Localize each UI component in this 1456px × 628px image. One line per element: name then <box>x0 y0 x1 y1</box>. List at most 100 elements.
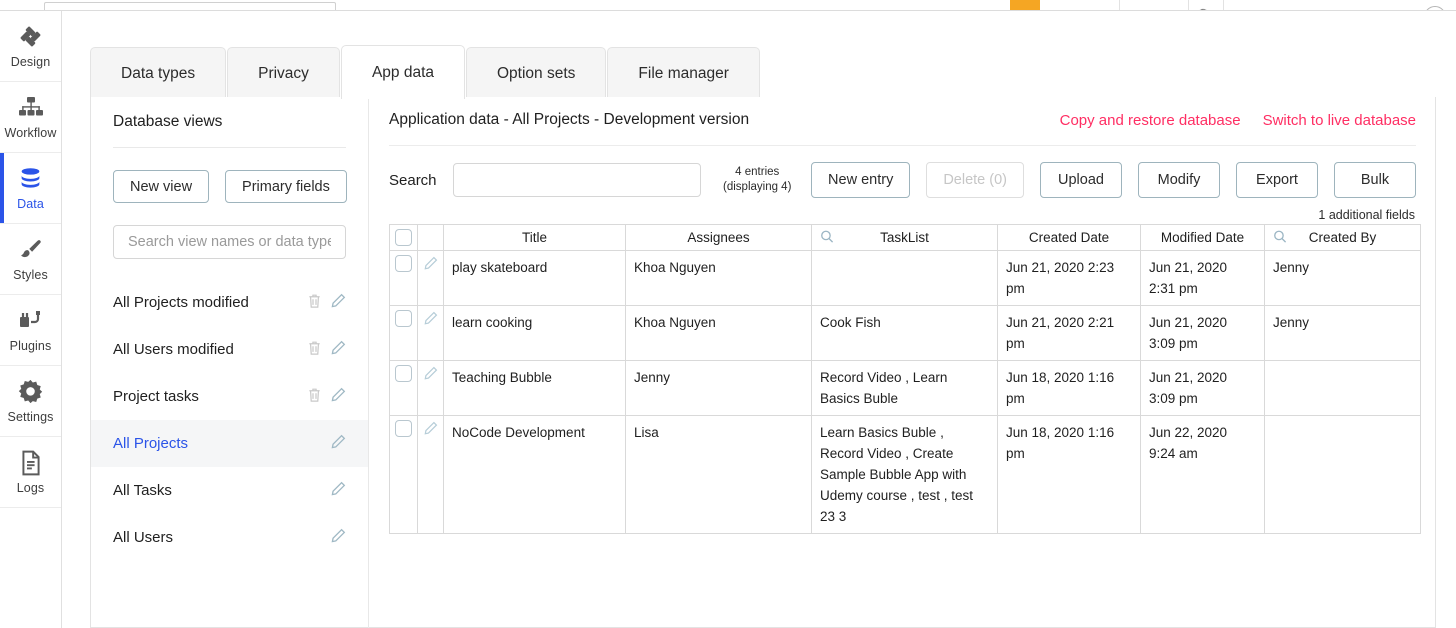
view-row-all-users[interactable]: All Users <box>91 514 368 561</box>
row-edit-cell[interactable] <box>418 416 444 534</box>
tab-bar: Data types Privacy App data Option sets … <box>90 45 1436 98</box>
row-select-cell[interactable] <box>390 416 418 534</box>
column-header-created-date[interactable]: Created Date <box>998 225 1141 251</box>
view-row-all-tasks[interactable]: All Tasks <box>91 467 368 514</box>
rail-item-design[interactable]: Design <box>0 11 61 82</box>
tab-option-sets[interactable]: Option sets <box>466 47 606 99</box>
column-header-created-by[interactable]: Created By <box>1265 225 1421 251</box>
modify-button[interactable]: Modify <box>1138 162 1220 198</box>
rail-item-plugins[interactable]: Plugins <box>0 295 61 366</box>
issues-label: Issues <box>1070 10 1108 12</box>
application-data-column: Application data - All Projects - Develo… <box>369 97 1436 628</box>
table-row[interactable]: play skateboard Khoa Nguyen Jun 21, 2020… <box>390 251 1421 306</box>
cell-assignees: Khoa Nguyen <box>626 251 812 306</box>
export-button[interactable]: Export <box>1236 162 1318 198</box>
data-icon <box>18 165 43 192</box>
view-search-box[interactable] <box>113 225 346 259</box>
table-row[interactable]: learn cooking Khoa Nguyen Cook Fish Jun … <box>390 306 1421 361</box>
primary-fields-button[interactable]: Primary fields <box>225 170 347 203</box>
version-selector[interactable]: Development ▼ <box>1224 10 1340 12</box>
bulk-button[interactable]: Bulk <box>1334 162 1416 198</box>
tab-app-data[interactable]: App data <box>341 45 465 99</box>
trash-icon[interactable] <box>307 387 322 407</box>
view-row-all-users-modified[interactable]: All Users modified <box>91 326 368 373</box>
pencil-icon[interactable] <box>424 258 438 273</box>
rail-item-logs[interactable]: Logs <box>0 437 61 508</box>
upload-button[interactable]: Upload <box>1040 162 1122 198</box>
row-edit-cell[interactable] <box>418 251 444 306</box>
warning-badge-icon[interactable]: ⚠ <box>1010 0 1040 11</box>
edit-column-header <box>418 225 444 251</box>
cell-assignees: Jenny <box>626 361 812 416</box>
undo-icon[interactable]: ↺ <box>1120 0 1154 11</box>
tab-file-manager[interactable]: File manager <box>607 47 759 99</box>
cell-tasklist: Learn Basics Buble , Record Video , Crea… <box>812 416 998 534</box>
row-select-cell[interactable] <box>390 361 418 416</box>
search-icon[interactable] <box>820 229 834 246</box>
column-header-title[interactable]: Title <box>444 225 626 251</box>
search-icon[interactable]: 🔍 <box>1189 0 1223 11</box>
cell-created-date: Jun 18, 2020 1:16 pm <box>998 416 1141 534</box>
search-icon[interactable] <box>1273 229 1287 246</box>
new-view-button[interactable]: New view <box>113 170 209 203</box>
view-row-project-tasks[interactable]: Project tasks <box>91 373 368 420</box>
row-edit-cell[interactable] <box>418 361 444 416</box>
data-search-box[interactable] <box>453 163 702 197</box>
preview-button[interactable]: Preview <box>1340 10 1414 12</box>
trash-icon[interactable] <box>307 293 322 313</box>
rail-item-settings[interactable]: Settings <box>0 366 61 437</box>
rail-label-plugins: Plugins <box>10 339 52 353</box>
cell-created-date: Jun 21, 2020 2:23 pm <box>998 251 1141 306</box>
pencil-icon[interactable] <box>331 528 346 547</box>
search-label: Search <box>389 172 437 189</box>
copy-restore-database-link[interactable]: Copy and restore database <box>1060 112 1241 129</box>
table-row[interactable]: NoCode Development Lisa Learn Basics Bub… <box>390 416 1421 534</box>
additional-fields-label: 1 additional fields <box>369 198 1436 222</box>
pencil-icon[interactable] <box>331 387 346 406</box>
view-row-all-projects[interactable]: All Projects <box>91 420 368 467</box>
select-all-checkbox[interactable] <box>395 229 412 246</box>
select-all-header[interactable] <box>390 225 418 251</box>
pencil-icon[interactable] <box>331 481 346 500</box>
left-nav-rail: Design Workflow Data <box>0 11 62 628</box>
cell-title: NoCode Development <box>444 416 626 534</box>
column-header-modified-date[interactable]: Modified Date <box>1141 225 1265 251</box>
cell-created-by: Jenny <box>1265 306 1421 361</box>
view-row-all-projects-modified[interactable]: All Projects modified <box>91 279 368 326</box>
row-select-cell[interactable] <box>390 306 418 361</box>
row-checkbox[interactable] <box>395 255 412 272</box>
table-row[interactable]: Teaching Bubble Jenny Record Video , Lea… <box>390 361 1421 416</box>
pencil-icon[interactable] <box>424 423 438 438</box>
new-entry-button[interactable]: New entry <box>811 162 910 198</box>
pencil-icon[interactable] <box>331 434 346 453</box>
rail-item-workflow[interactable]: Workflow <box>0 82 61 153</box>
menu-help[interactable]: Help <box>406 10 433 12</box>
app-logo-icon: ◉ <box>6 1 38 11</box>
switch-live-database-link[interactable]: Switch to live database <box>1263 112 1416 129</box>
view-search-input[interactable] <box>126 233 333 251</box>
column-header-assignees[interactable]: Assignees <box>626 225 812 251</box>
page-selector[interactable]: Page: app ▼ <box>44 2 336 11</box>
tab-data-types[interactable]: Data types <box>90 47 226 99</box>
row-select-cell[interactable] <box>390 251 418 306</box>
row-edit-cell[interactable] <box>418 306 444 361</box>
issue-square-icon <box>1052 11 1065 12</box>
redo-icon[interactable]: ↻ <box>1154 0 1188 11</box>
pencil-icon[interactable] <box>331 293 346 312</box>
issues-indicator[interactable]: Issues <box>1040 10 1120 12</box>
pencil-icon[interactable] <box>424 313 438 328</box>
avatar[interactable] <box>1424 6 1446 11</box>
row-checkbox[interactable] <box>395 310 412 327</box>
rail-item-data[interactable]: Data <box>0 153 61 224</box>
entries-displaying: (displaying 4) <box>717 180 797 195</box>
pencil-icon[interactable] <box>331 340 346 359</box>
tab-privacy[interactable]: Privacy <box>227 47 340 99</box>
column-header-tasklist[interactable]: TaskList <box>812 225 998 251</box>
row-checkbox[interactable] <box>395 365 412 382</box>
row-checkbox[interactable] <box>395 420 412 437</box>
rail-item-styles[interactable]: Styles <box>0 224 61 295</box>
menu-edit[interactable]: Edit <box>362 10 384 12</box>
trash-icon[interactable] <box>307 340 322 360</box>
data-search-input[interactable] <box>464 171 691 189</box>
pencil-icon[interactable] <box>424 368 438 383</box>
